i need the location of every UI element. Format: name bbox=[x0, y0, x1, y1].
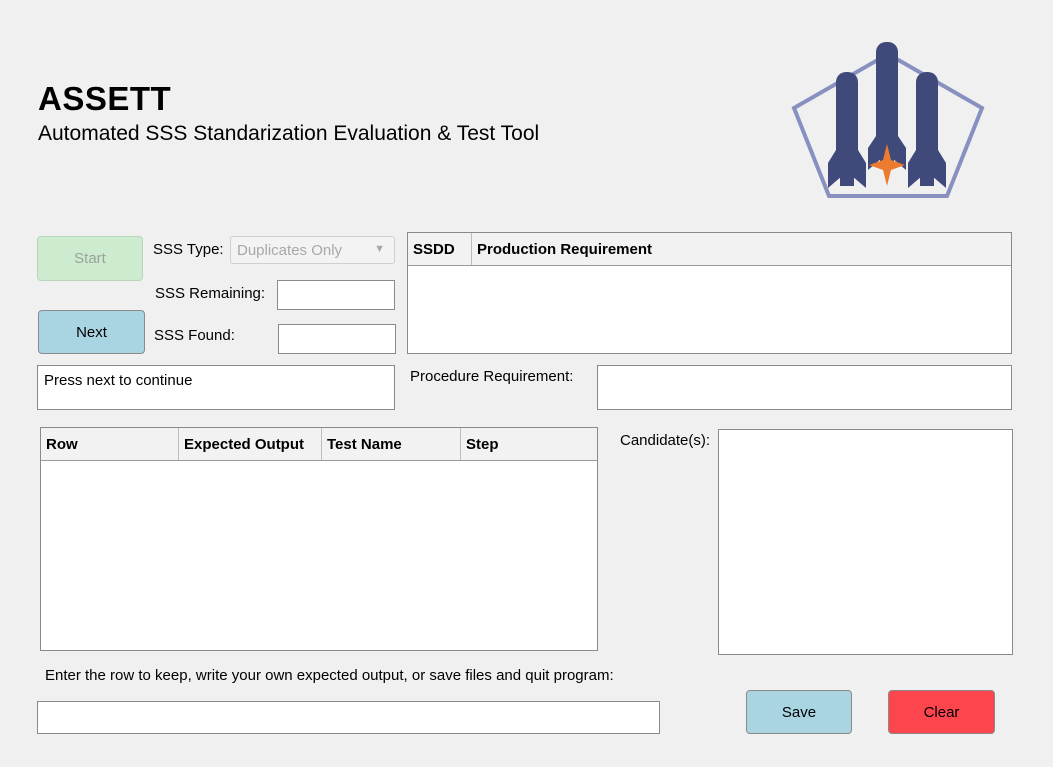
column-header-production-requirement[interactable]: Production Requirement bbox=[472, 233, 1011, 265]
column-header-row[interactable]: Row bbox=[41, 428, 179, 460]
next-button[interactable]: Next bbox=[38, 310, 145, 354]
app-subtitle: Automated SSS Standarization Evaluation … bbox=[38, 122, 540, 145]
output-table-header: Row Expected Output Test Name Step bbox=[41, 428, 597, 461]
save-button[interactable]: Save bbox=[746, 690, 852, 734]
candidates-list[interactable] bbox=[718, 429, 1013, 655]
status-message: Press next to continue bbox=[44, 372, 193, 389]
sss-type-value: Duplicates Only bbox=[237, 241, 343, 259]
chevron-down-icon: ▼ bbox=[374, 243, 385, 255]
procedure-requirement-label: Procedure Requirement: bbox=[410, 368, 574, 385]
requirement-table[interactable]: SSDD Production Requirement bbox=[407, 232, 1012, 354]
sss-type-select[interactable]: Duplicates Only ▼ bbox=[230, 236, 395, 264]
column-header-expected-output[interactable]: Expected Output bbox=[179, 428, 322, 460]
sss-type-label: SSS Type: bbox=[153, 241, 224, 258]
sss-found-label: SSS Found: bbox=[154, 327, 235, 344]
candidates-label: Candidate(s): bbox=[620, 432, 711, 449]
app-title: ASSETT bbox=[38, 80, 172, 117]
requirement-table-header: SSDD Production Requirement bbox=[408, 233, 1011, 266]
start-button[interactable]: Start bbox=[37, 236, 143, 281]
output-table[interactable]: Row Expected Output Test Name Step bbox=[40, 427, 598, 651]
rockets-pentagon-logo bbox=[791, 42, 985, 198]
clear-button[interactable]: Clear bbox=[888, 690, 995, 734]
sss-remaining-label: SSS Remaining: bbox=[155, 285, 266, 302]
column-header-step[interactable]: Step bbox=[461, 428, 597, 460]
instruction-text: Enter the row to keep, write your own ex… bbox=[45, 667, 614, 684]
column-header-ssdd[interactable]: SSDD bbox=[408, 233, 472, 265]
status-message-box: Press next to continue bbox=[37, 365, 395, 410]
command-input[interactable] bbox=[37, 701, 660, 734]
sss-found-field[interactable] bbox=[278, 324, 396, 354]
sss-remaining-field[interactable] bbox=[277, 280, 395, 310]
procedure-requirement-field[interactable] bbox=[597, 365, 1012, 410]
column-header-test-name[interactable]: Test Name bbox=[322, 428, 461, 460]
